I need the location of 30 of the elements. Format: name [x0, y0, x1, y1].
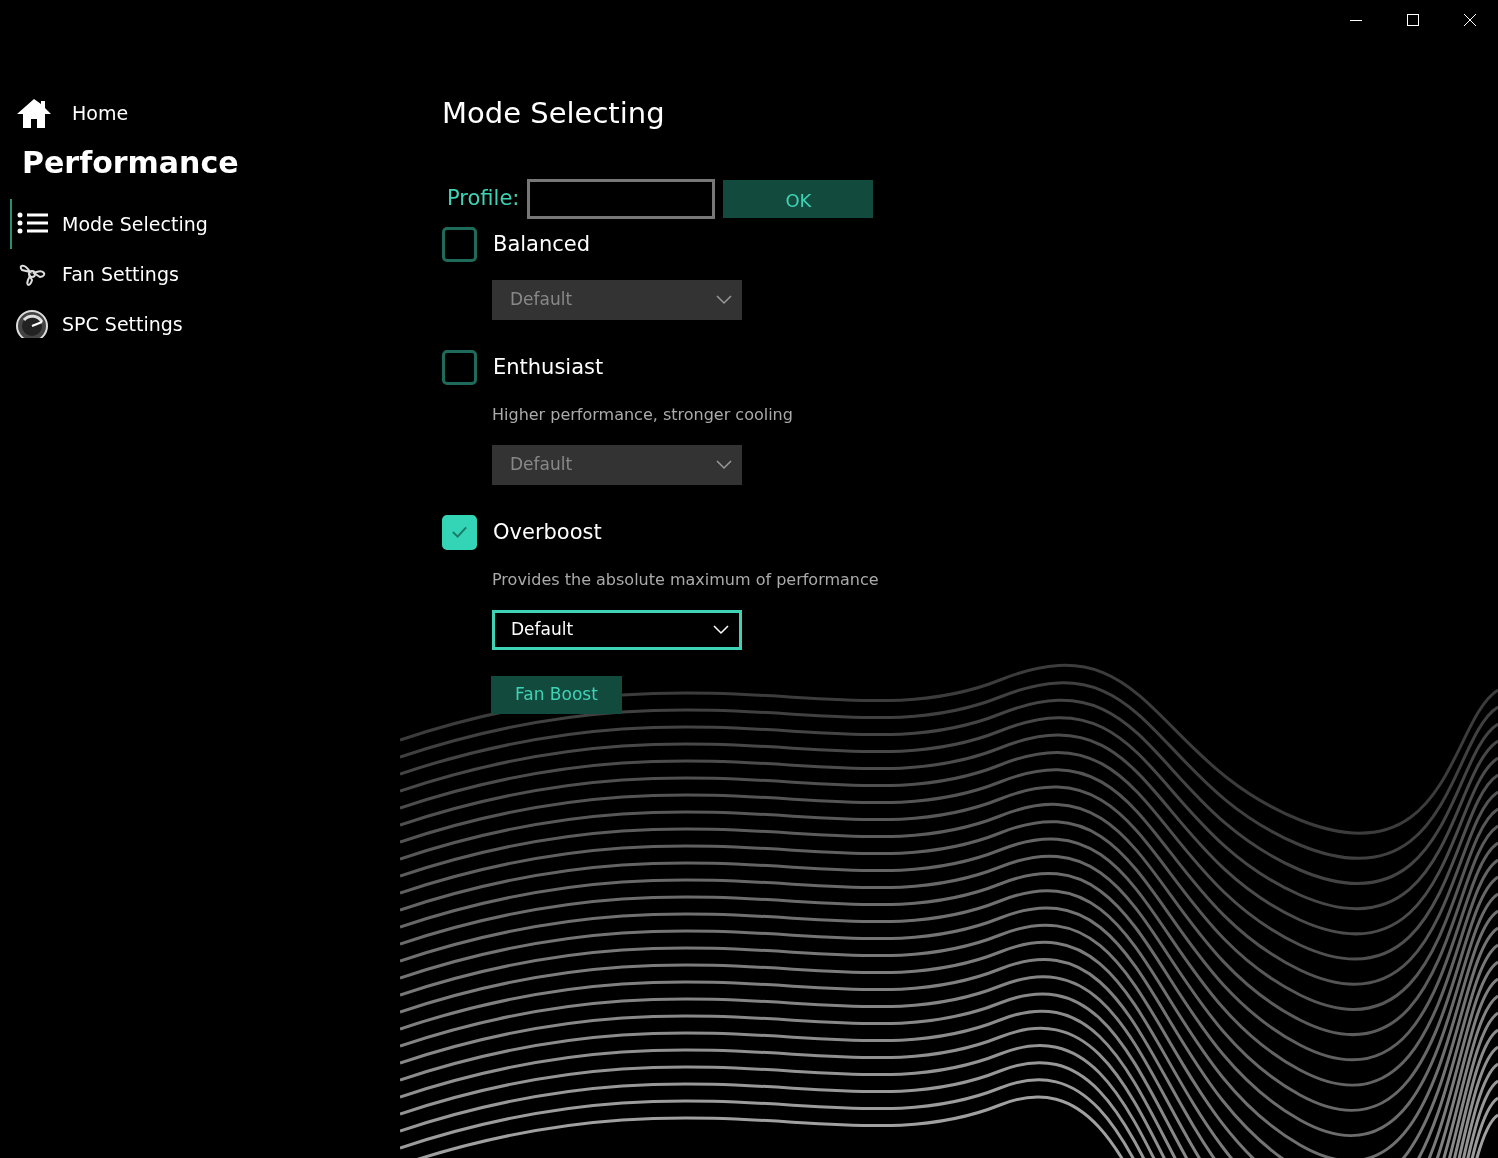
- home-link[interactable]: Home: [10, 96, 135, 130]
- home-icon: [16, 97, 52, 129]
- profile-dropdown[interactable]: Default: [492, 609, 742, 650]
- mode-description: Provides the absolute maximum of performance: [492, 568, 879, 591]
- checkbox[interactable]: [442, 226, 477, 262]
- chevron-down-icon: [716, 459, 732, 470]
- gauge-icon: [16, 310, 50, 338]
- checkbox[interactable]: [442, 514, 477, 550]
- profile-dropdown[interactable]: Default: [492, 444, 742, 485]
- profile-input-field[interactable]: [527, 178, 716, 219]
- sidebar-item[interactable]: SPC Settings: [10, 299, 270, 349]
- fan-boost-button[interactable]: Fan Boost: [491, 675, 622, 714]
- chevron-down-icon: [713, 624, 729, 635]
- mode-name: Balanced: [493, 230, 591, 258]
- mode-description: Higher performance, stronger cooling: [492, 403, 794, 426]
- chevron-down-icon: [716, 294, 732, 305]
- checkmark-icon: [451, 525, 468, 540]
- mode-name: Overboost: [493, 518, 602, 546]
- checkbox[interactable]: [442, 349, 477, 385]
- mode-name: Enthusiast: [493, 353, 604, 381]
- profile-dropdown[interactable]: Default: [492, 279, 742, 320]
- ok-button[interactable]: OK: [723, 179, 874, 218]
- sidebar-item[interactable]: Fan Settings: [10, 249, 270, 299]
- page-title: Mode Selecting: [442, 96, 666, 131]
- close-icon: [1463, 14, 1476, 26]
- profile-label: Profile:: [447, 185, 520, 213]
- section-heading: Performance: [22, 144, 240, 182]
- sidebar-item[interactable]: Mode Selecting: [10, 199, 270, 249]
- maximize-icon: [1406, 14, 1419, 26]
- minimize-icon: [1349, 19, 1362, 21]
